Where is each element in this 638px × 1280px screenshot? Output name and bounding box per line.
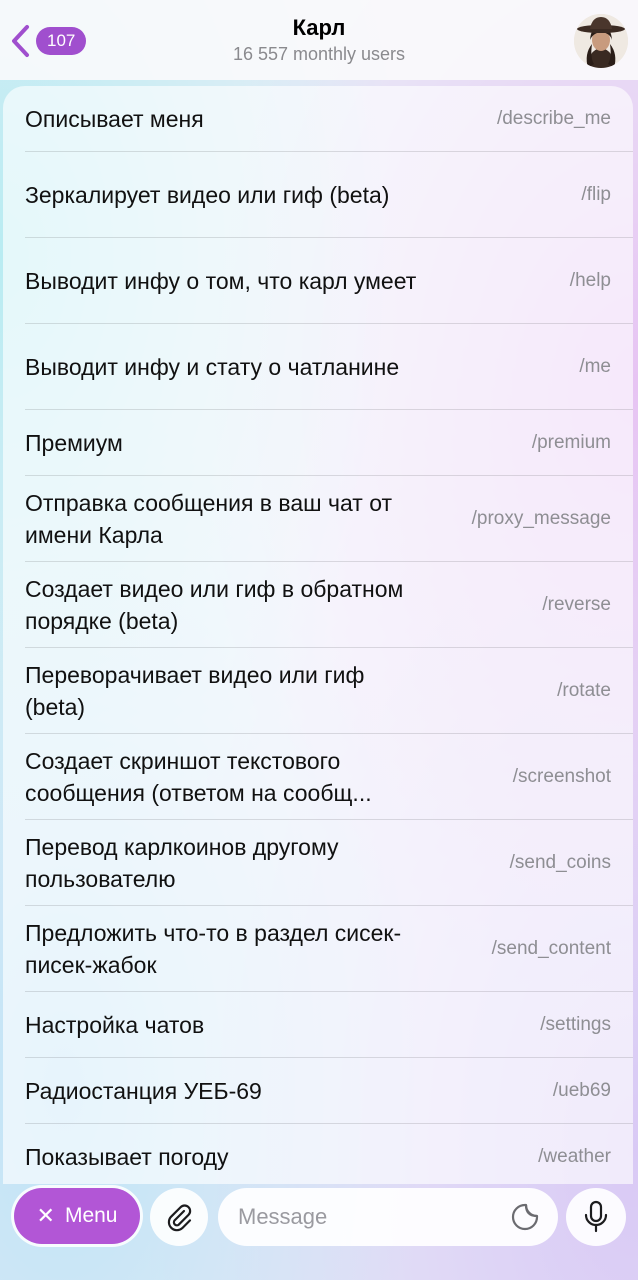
menu-button-label: Menu xyxy=(64,1204,118,1227)
command-description: Выводит инфу о том, что карл умеет xyxy=(25,268,417,294)
command-row-send-coins[interactable]: Перевод карлкоинов другому пользователю … xyxy=(3,820,633,906)
command-name: /weather xyxy=(538,1146,611,1167)
avatar-image xyxy=(574,14,628,68)
command-row-help[interactable]: Выводит инфу о том, что карл умеет /help xyxy=(3,238,633,324)
command-description: Перевод карлкоинов другому пользователю xyxy=(25,834,339,892)
chat-title-area[interactable]: Карл 16 557 monthly users xyxy=(0,14,638,66)
command-name: /send_content xyxy=(491,938,611,959)
command-description: Премиум xyxy=(25,430,123,456)
microphone-icon xyxy=(584,1200,608,1233)
command-description: Создает скриншот текстового сообщения (о… xyxy=(25,748,372,806)
command-row-rotate[interactable]: Переворачивает видео или гиф (beta) /rot… xyxy=(3,648,633,734)
command-name: /rotate xyxy=(557,680,611,701)
command-name: /proxy_message xyxy=(471,508,611,529)
command-name: /me xyxy=(579,356,611,377)
attach-button[interactable] xyxy=(150,1188,208,1246)
paperclip-icon xyxy=(167,1204,192,1232)
chat-title: Карл xyxy=(292,15,346,40)
command-description: Зеркалирует видео или гиф (beta) xyxy=(25,182,390,208)
command-row-me[interactable]: Выводит инфу и стату о чатланине /me xyxy=(3,324,633,410)
command-name: /settings xyxy=(540,1014,611,1035)
command-description: Переворачивает видео или гиф (beta) xyxy=(25,662,365,720)
bot-commands-list: Описывает меня /describe_me Зеркалирует … xyxy=(3,86,633,1184)
command-name: /ueb69 xyxy=(552,1080,611,1101)
command-row-weather[interactable]: Показывает погоду /weather xyxy=(3,1124,633,1184)
command-row-settings[interactable]: Настройка чатов /settings xyxy=(3,992,633,1058)
command-row-describe-me[interactable]: Описывает меня /describe_me xyxy=(3,86,633,152)
close-icon: ✕ xyxy=(36,1203,55,1228)
command-name: /send_coins xyxy=(509,852,611,873)
message-input-container xyxy=(218,1188,558,1246)
command-row-screenshot[interactable]: Создает скриншот текстового сообщения (о… xyxy=(3,734,633,820)
command-name: /flip xyxy=(581,184,611,205)
command-description: Отправка сообщения в ваш чат от имени Ка… xyxy=(25,490,393,548)
command-row-ueb69[interactable]: Радиостанция УЕБ-69 /ueb69 xyxy=(3,1058,633,1124)
command-description: Описывает меня xyxy=(25,106,204,132)
composer-bar: ✕ Menu xyxy=(0,1184,638,1280)
command-row-reverse[interactable]: Создает видео или гиф в обратном порядке… xyxy=(3,562,633,648)
message-input[interactable] xyxy=(236,1203,500,1231)
sticker-button[interactable] xyxy=(510,1202,540,1232)
command-row-premium[interactable]: Премиум /premium xyxy=(3,410,633,476)
command-description: Создает видео или гиф в обратном порядке… xyxy=(25,576,404,634)
command-description: Предложить что-то в раздел сисек-писек-ж… xyxy=(25,920,402,978)
command-name: /premium xyxy=(531,432,611,453)
voice-record-button[interactable] xyxy=(566,1188,626,1246)
command-row-send-content[interactable]: Предложить что-то в раздел сисек-писек-ж… xyxy=(3,906,633,992)
command-description: Радиостанция УЕБ-69 xyxy=(25,1078,262,1104)
command-row-proxy-message[interactable]: Отправка сообщения в ваш чат от имени Ка… xyxy=(3,476,633,562)
chat-header: 107 Карл 16 557 monthly users xyxy=(0,0,638,80)
command-description: Показывает погоду xyxy=(25,1144,229,1170)
command-description: Выводит инфу и стату о чатланине xyxy=(25,354,400,380)
command-name: /describe_me xyxy=(496,108,611,129)
sticker-icon xyxy=(511,1203,539,1231)
command-name: /screenshot xyxy=(512,766,611,787)
menu-button[interactable]: ✕ Menu xyxy=(14,1188,140,1244)
chat-subtitle: 16 557 monthly users xyxy=(232,44,406,64)
command-name: /reverse xyxy=(542,594,611,615)
command-description: Настройка чатов xyxy=(25,1012,205,1038)
bot-avatar[interactable] xyxy=(574,14,628,68)
command-row-flip[interactable]: Зеркалирует видео или гиф (beta) /flip xyxy=(3,152,633,238)
command-name: /help xyxy=(569,270,611,291)
